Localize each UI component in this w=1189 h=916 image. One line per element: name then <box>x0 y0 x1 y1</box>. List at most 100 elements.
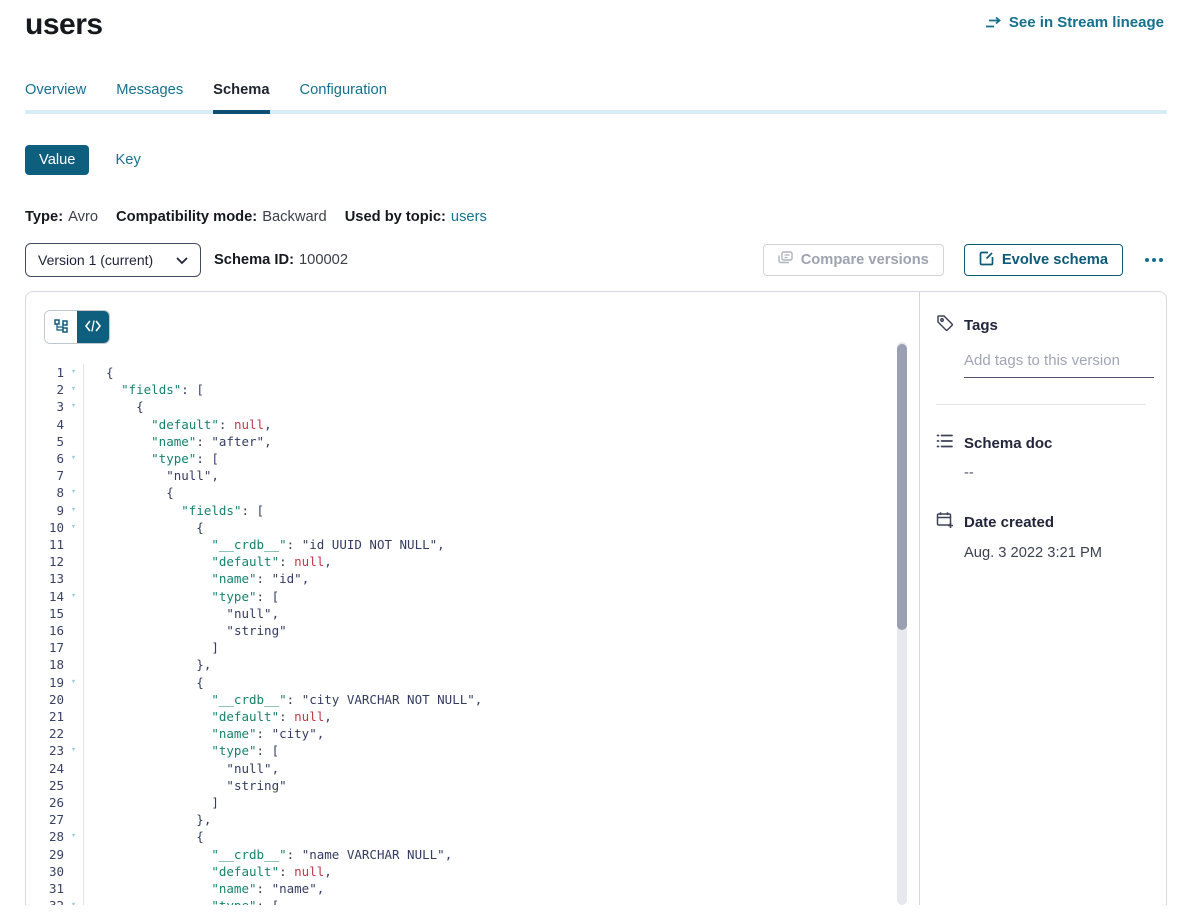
more-options-button[interactable] <box>1141 252 1167 268</box>
line-number: 31 <box>26 880 64 897</box>
add-tags-input[interactable] <box>964 352 1154 378</box>
fold-spacer <box>64 708 83 725</box>
fold-triangle-icon[interactable]: ▾ <box>64 742 83 759</box>
version-select[interactable]: Version 1 (current) <box>25 243 201 277</box>
fold-spacer <box>64 880 83 897</box>
code-text: "null", <box>83 467 919 484</box>
editor-scrollbar[interactable] <box>897 342 907 905</box>
tree-view-toggle[interactable] <box>45 311 77 343</box>
code-line: 24 "null", <box>26 760 919 777</box>
compare-versions-button[interactable]: Compare versions <box>763 244 944 276</box>
line-number: 9 <box>26 502 64 519</box>
code-text: "name": "after", <box>83 433 919 450</box>
code-line: 17 ] <box>26 639 919 656</box>
view-toggle-group <box>44 310 110 344</box>
calendar-add-icon <box>936 511 954 533</box>
fold-triangle-icon[interactable]: ▾ <box>64 519 83 536</box>
edit-square-icon <box>979 251 994 270</box>
fold-spacer <box>64 622 83 639</box>
code-line: 21 "default": null, <box>26 708 919 725</box>
line-number: 3 <box>26 398 64 415</box>
evolve-schema-button[interactable]: Evolve schema <box>964 244 1123 276</box>
line-number: 10 <box>26 519 64 536</box>
code-text: ] <box>83 639 919 656</box>
editor-toolbar <box>26 292 919 344</box>
code-text: "null", <box>83 605 919 622</box>
code-text: "type": [ <box>83 450 919 467</box>
code-text: "string" <box>83 777 919 794</box>
used-by-topic: Used by topic:users <box>345 209 487 225</box>
code-line: 20 "__crdb__": "city VARCHAR NOT NULL", <box>26 691 919 708</box>
code-line: 6▾ "type": [ <box>26 450 919 467</box>
tree-view-icon <box>53 318 69 337</box>
code-line: 26 ] <box>26 794 919 811</box>
fold-spacer <box>64 760 83 777</box>
code-line: 30 "default": null, <box>26 863 919 880</box>
schema-doc-heading: Schema doc <box>936 433 1146 453</box>
fold-triangle-icon[interactable]: ▾ <box>64 502 83 519</box>
code-line: 12 "default": null, <box>26 553 919 570</box>
fold-triangle-icon[interactable]: ▾ <box>64 897 83 905</box>
code-text: "type": [ <box>83 742 919 759</box>
line-number: 20 <box>26 691 64 708</box>
line-number: 15 <box>26 605 64 622</box>
code-line: 19▾ { <box>26 674 919 691</box>
code-line: 28▾ { <box>26 828 919 845</box>
ellipsis-icon <box>1145 258 1149 262</box>
topic-link[interactable]: users <box>451 209 487 225</box>
scrollbar-thumb[interactable] <box>897 344 907 630</box>
code-line: 18 }, <box>26 656 919 673</box>
fold-triangle-icon[interactable]: ▾ <box>64 398 83 415</box>
fold-spacer <box>64 433 83 450</box>
code-text: }, <box>83 656 919 673</box>
code-text: { <box>83 828 919 845</box>
code-text: { <box>83 398 919 415</box>
line-number: 27 <box>26 811 64 828</box>
code-line: 16 "string" <box>26 622 919 639</box>
line-number: 7 <box>26 467 64 484</box>
code-text: "name": "city", <box>83 725 919 742</box>
line-number: 25 <box>26 777 64 794</box>
line-number: 2 <box>26 381 64 398</box>
schema-meta: Type:Avro Compatibility mode:Backward Us… <box>25 209 1167 225</box>
code-line: 31 "name": "name", <box>26 880 919 897</box>
code-text: { <box>83 674 919 691</box>
code-text: "fields": [ <box>83 381 919 398</box>
fold-spacer <box>64 811 83 828</box>
line-number: 6 <box>26 450 64 467</box>
fold-triangle-icon[interactable]: ▾ <box>64 484 83 501</box>
code-line: 27 }, <box>26 811 919 828</box>
sidebar-divider <box>936 404 1146 405</box>
code-text: "null", <box>83 760 919 777</box>
fold-triangle-icon[interactable]: ▾ <box>64 588 83 605</box>
tag-icon <box>936 314 954 336</box>
tab-messages[interactable]: Messages <box>116 82 183 110</box>
code-text: "__crdb__": "id UUID NOT NULL", <box>83 536 919 553</box>
tab-configuration[interactable]: Configuration <box>300 82 387 110</box>
stream-lineage-link[interactable]: See in Stream lineage <box>985 14 1164 31</box>
line-number: 8 <box>26 484 64 501</box>
fold-triangle-icon[interactable]: ▾ <box>64 450 83 467</box>
code-text: }, <box>83 811 919 828</box>
code-text: "type": [ <box>83 588 919 605</box>
line-number: 16 <box>26 622 64 639</box>
fold-triangle-icon[interactable]: ▾ <box>64 828 83 845</box>
tab-bar: Overview Messages Schema Configuration <box>25 82 1167 114</box>
fold-triangle-icon[interactable]: ▾ <box>64 364 83 381</box>
line-number: 4 <box>26 416 64 433</box>
fold-spacer <box>64 863 83 880</box>
fold-triangle-icon[interactable]: ▾ <box>64 674 83 691</box>
code-view-toggle[interactable] <box>77 311 109 343</box>
tab-schema[interactable]: Schema <box>213 82 269 114</box>
tags-section-heading: Tags <box>936 314 1146 336</box>
value-tab-button[interactable]: Value <box>25 145 89 175</box>
schema-code-view: 1▾{2▾ "fields": [3▾ {4 "default": null,5… <box>26 364 919 905</box>
code-line: 5 "name": "after", <box>26 433 919 450</box>
schema-type: Type:Avro <box>25 209 98 225</box>
tab-overview[interactable]: Overview <box>25 82 86 110</box>
line-number: 1 <box>26 364 64 381</box>
key-tab-button[interactable]: Key <box>115 152 140 168</box>
line-number: 19 <box>26 674 64 691</box>
fold-triangle-icon[interactable]: ▾ <box>64 381 83 398</box>
code-line: 9▾ "fields": [ <box>26 502 919 519</box>
